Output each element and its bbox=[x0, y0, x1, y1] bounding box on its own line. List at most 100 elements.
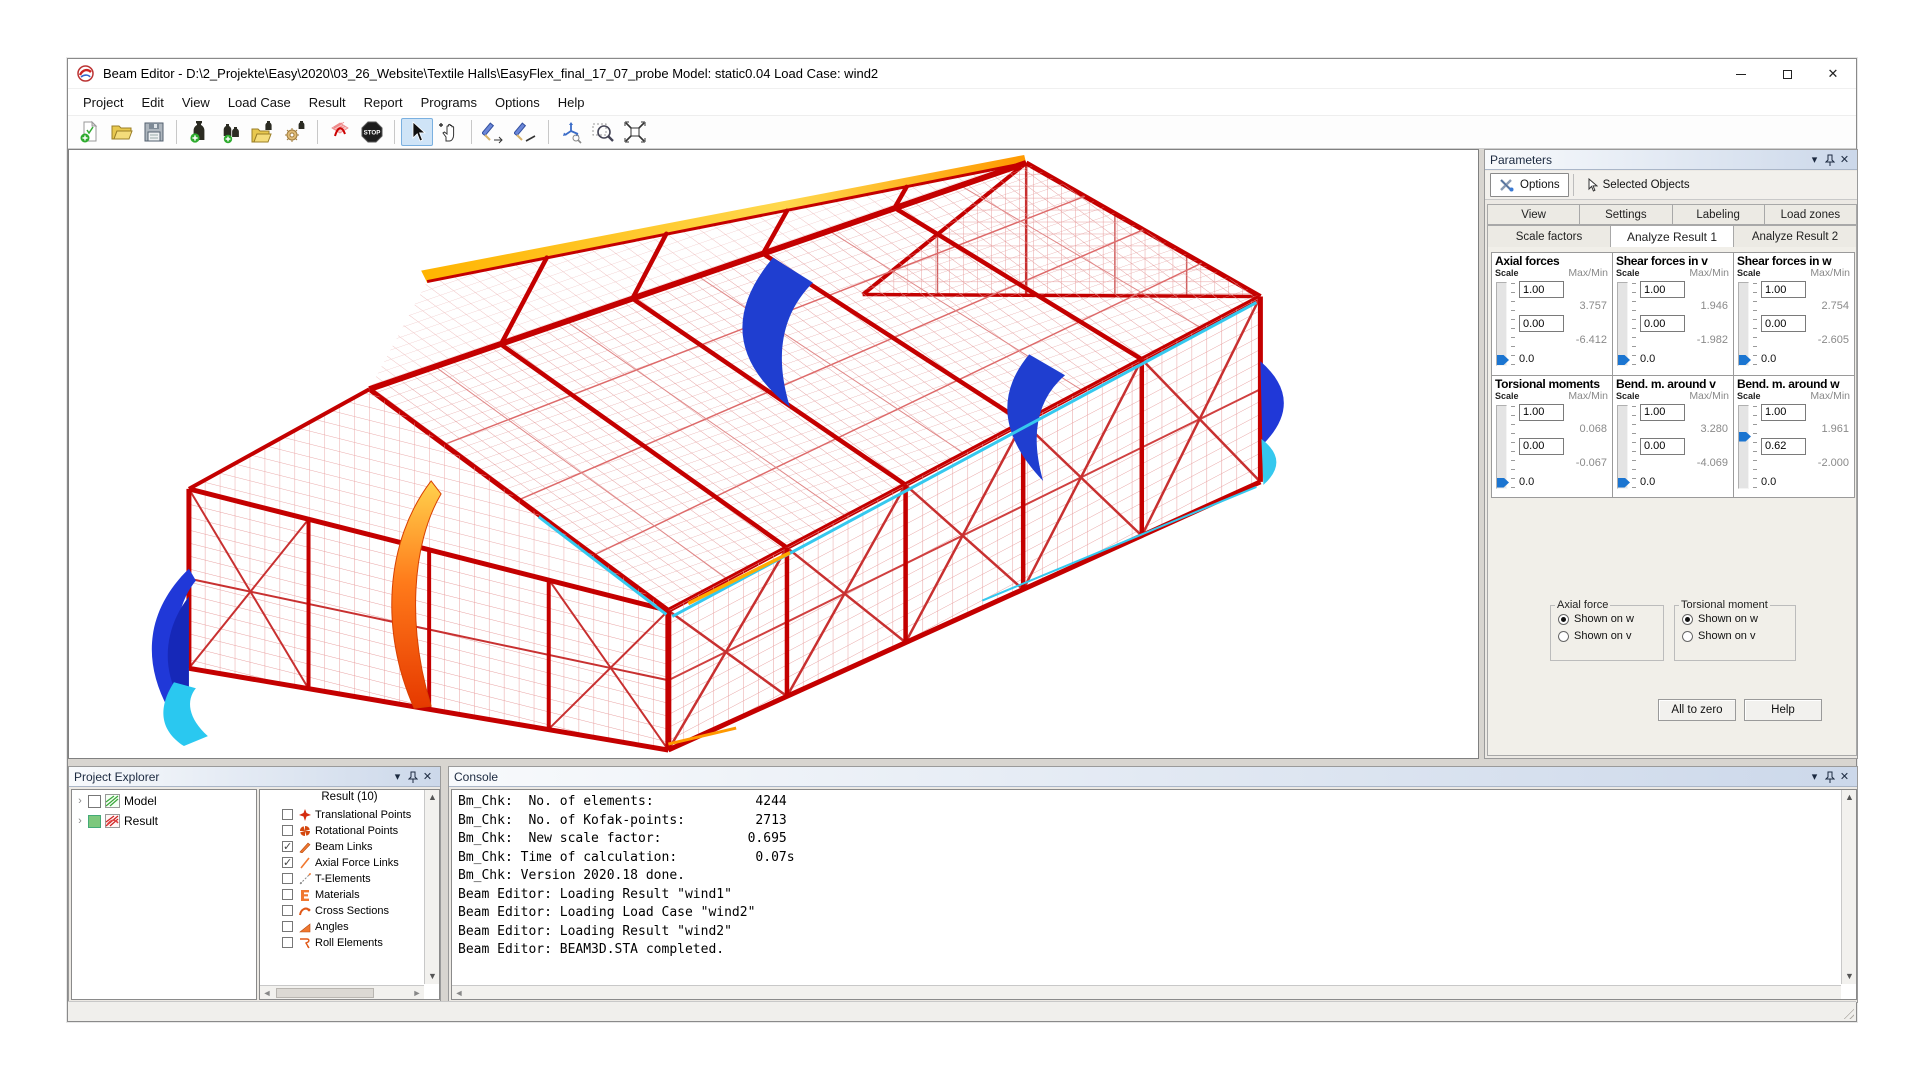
add-load-case-icon[interactable] bbox=[183, 118, 215, 146]
pin-icon[interactable] bbox=[405, 769, 420, 784]
help-button[interactable]: Help bbox=[1744, 699, 1822, 721]
expander-icon[interactable]: › bbox=[72, 795, 88, 807]
all-to-zero-button[interactable]: All to zero bbox=[1658, 699, 1736, 721]
add-load-cases-icon[interactable] bbox=[215, 118, 247, 146]
menu-view[interactable]: View bbox=[173, 92, 219, 113]
scroll-right-icon[interactable]: ► bbox=[410, 986, 424, 1000]
scroll-down-icon[interactable]: ▼ bbox=[1842, 969, 1857, 984]
close-panel-icon[interactable]: ✕ bbox=[420, 769, 435, 784]
scroll-left-icon[interactable]: ◄ bbox=[260, 986, 274, 1000]
tab-analyze-result-2[interactable]: Analyze Result 2 bbox=[1734, 225, 1857, 248]
radio-icon[interactable] bbox=[1558, 631, 1569, 642]
open-project-icon[interactable] bbox=[106, 118, 138, 146]
scale-value-input[interactable] bbox=[1519, 404, 1564, 421]
load-case-settings-icon[interactable] bbox=[279, 118, 311, 146]
list-item-beam-links[interactable]: Beam Links bbox=[260, 839, 439, 854]
list-item-roll-elements[interactable]: Roll Elements bbox=[260, 935, 439, 950]
radio-icon[interactable] bbox=[1682, 614, 1693, 625]
menu-result[interactable]: Result bbox=[300, 92, 355, 113]
model-checkbox[interactable] bbox=[88, 795, 101, 808]
zoom-window-tool-icon[interactable] bbox=[587, 118, 619, 146]
slider-thumb[interactable] bbox=[1618, 478, 1630, 488]
list-horizontal-scrollbar[interactable]: ◄ ► bbox=[260, 985, 424, 999]
panel-menu-icon[interactable]: ▾ bbox=[1807, 152, 1822, 167]
scroll-thumb[interactable] bbox=[276, 988, 374, 998]
menu-loadcase[interactable]: Load Case bbox=[219, 92, 300, 113]
stop-calculation-icon[interactable]: STOP bbox=[356, 118, 388, 146]
pin-icon[interactable] bbox=[1822, 769, 1837, 784]
pan-tool-icon[interactable] bbox=[433, 118, 465, 146]
tree-item-model[interactable]: › Model bbox=[72, 792, 256, 810]
offset-value-input[interactable] bbox=[1761, 315, 1806, 332]
menu-options[interactable]: Options bbox=[486, 92, 549, 113]
scale-slider[interactable] bbox=[1738, 405, 1749, 489]
list-item-rotational-points[interactable]: Rotational Points bbox=[260, 823, 439, 838]
list-item-translational-points[interactable]: Translational Points bbox=[260, 807, 439, 822]
item-checkbox[interactable] bbox=[282, 873, 293, 884]
tab-analyze-result-1[interactable]: Analyze Result 1 bbox=[1611, 225, 1734, 248]
tab-load-zones[interactable]: Load zones bbox=[1765, 204, 1857, 225]
slider-thumb[interactable] bbox=[1618, 355, 1630, 365]
result-checkbox[interactable] bbox=[88, 815, 101, 828]
slider-thumb[interactable] bbox=[1739, 432, 1751, 442]
list-vertical-scrollbar[interactable]: ▲ ▼ bbox=[424, 790, 439, 984]
slider-thumb[interactable] bbox=[1497, 478, 1509, 488]
radio-axial-shown-on-v[interactable]: Shown on v bbox=[1558, 630, 1663, 642]
fit-view-tool-icon[interactable] bbox=[619, 118, 651, 146]
scroll-down-icon[interactable]: ▼ bbox=[425, 969, 440, 984]
item-checkbox[interactable] bbox=[282, 905, 293, 916]
orbit-tool-icon[interactable] bbox=[555, 118, 587, 146]
menu-project[interactable]: Project bbox=[74, 92, 132, 113]
scale-slider[interactable] bbox=[1738, 282, 1749, 366]
item-checkbox[interactable] bbox=[282, 937, 293, 948]
console-vertical-scrollbar[interactable]: ▲ ▼ bbox=[1841, 790, 1856, 984]
item-checkbox[interactable] bbox=[282, 857, 293, 868]
radio-torsional-shown-on-w[interactable]: Shown on w bbox=[1682, 613, 1795, 625]
menu-report[interactable]: Report bbox=[355, 92, 412, 113]
minimize-button[interactable] bbox=[1718, 59, 1764, 89]
menu-programs[interactable]: Programs bbox=[412, 92, 486, 113]
load-case-folder-icon[interactable] bbox=[247, 118, 279, 146]
scale-value-input[interactable] bbox=[1519, 281, 1564, 298]
console-output[interactable]: Bm_Chk: No. of elements: 4244 Bm_Chk: No… bbox=[451, 789, 1857, 1000]
tree-item-result[interactable]: › Result bbox=[72, 812, 256, 830]
radio-torsional-shown-on-v[interactable]: Shown on v bbox=[1682, 630, 1795, 642]
scale-slider[interactable] bbox=[1496, 405, 1507, 489]
offset-value-input[interactable] bbox=[1519, 438, 1564, 455]
item-checkbox[interactable] bbox=[282, 921, 293, 932]
save-project-icon[interactable] bbox=[138, 118, 170, 146]
list-item-cross-sections[interactable]: Cross Sections bbox=[260, 903, 439, 918]
offset-value-input[interactable] bbox=[1761, 438, 1806, 455]
menu-help[interactable]: Help bbox=[549, 92, 594, 113]
scale-value-input[interactable] bbox=[1640, 281, 1685, 298]
panel-menu-icon[interactable]: ▾ bbox=[390, 769, 405, 784]
console-horizontal-scrollbar[interactable]: ◄ bbox=[452, 985, 1841, 999]
scale-slider[interactable] bbox=[1496, 282, 1507, 366]
close-panel-icon[interactable]: ✕ bbox=[1837, 152, 1852, 167]
item-checkbox[interactable] bbox=[282, 809, 293, 820]
radio-icon[interactable] bbox=[1682, 631, 1693, 642]
offset-value-input[interactable] bbox=[1640, 315, 1685, 332]
item-checkbox[interactable] bbox=[282, 841, 293, 852]
slider-thumb[interactable] bbox=[1497, 355, 1509, 365]
list-item-t-elements[interactable]: T-Elements bbox=[260, 871, 439, 886]
list-item-angles[interactable]: Angles bbox=[260, 919, 439, 934]
offset-value-input[interactable] bbox=[1519, 315, 1564, 332]
list-item-materials[interactable]: Materials bbox=[260, 887, 439, 902]
tab-scale-factors[interactable]: Scale factors bbox=[1487, 225, 1611, 248]
close-button[interactable]: ✕ bbox=[1810, 59, 1856, 89]
scroll-left-icon[interactable]: ◄ bbox=[452, 986, 466, 1000]
offset-value-input[interactable] bbox=[1640, 438, 1685, 455]
tab-options[interactable]: Options bbox=[1490, 173, 1569, 197]
scale-value-input[interactable] bbox=[1761, 281, 1806, 298]
item-checkbox[interactable] bbox=[282, 889, 293, 900]
select-tool-icon[interactable] bbox=[401, 118, 433, 146]
slider-thumb[interactable] bbox=[1739, 355, 1751, 365]
scale-value-input[interactable] bbox=[1761, 404, 1806, 421]
scroll-up-icon[interactable]: ▲ bbox=[425, 790, 440, 805]
close-panel-icon[interactable]: ✕ bbox=[1837, 769, 1852, 784]
model-3d-viewport[interactable] bbox=[68, 149, 1479, 759]
tab-settings[interactable]: Settings bbox=[1580, 204, 1672, 225]
list-item-axial-force-links[interactable]: Axial Force Links bbox=[260, 855, 439, 870]
item-checkbox[interactable] bbox=[282, 825, 293, 836]
